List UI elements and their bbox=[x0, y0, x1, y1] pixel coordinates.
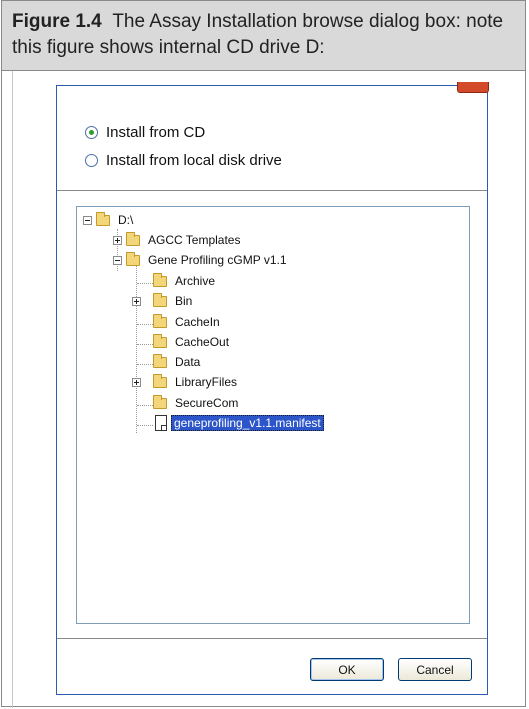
tree-item-cachein[interactable]: CacheIn bbox=[153, 313, 220, 331]
tree-item-cacheout[interactable]: CacheOut bbox=[153, 333, 229, 351]
separator-top bbox=[57, 190, 487, 191]
tree-line bbox=[137, 324, 153, 325]
figure-frame: Figure 1.4 The Assay Installation browse… bbox=[1, 0, 526, 708]
collapse-icon[interactable] bbox=[113, 255, 122, 265]
tree-item-label: geneprofiling_v1.1.manifest bbox=[171, 415, 324, 431]
install-from-cd-radio[interactable] bbox=[85, 125, 98, 139]
left-rule bbox=[12, 71, 13, 708]
folder-icon bbox=[96, 211, 110, 226]
tree-item-libraryfiles[interactable]: LibraryFiles bbox=[132, 373, 237, 391]
folder-icon bbox=[153, 373, 167, 388]
assay-installation-dialog: Install from CD Install from local disk … bbox=[56, 82, 489, 695]
tree-item-label: CacheIn bbox=[175, 315, 220, 329]
tree-root[interactable]: D:\ bbox=[83, 211, 133, 229]
folder-icon bbox=[153, 292, 167, 307]
tree-item-label: SecureCom bbox=[175, 396, 239, 410]
tree-line bbox=[137, 283, 153, 284]
tree-line bbox=[137, 405, 153, 406]
figure-label: Figure 1.4 bbox=[12, 11, 102, 32]
tree-line bbox=[137, 425, 153, 426]
tree-item-label: Gene Profiling cGMP v1.1 bbox=[148, 253, 287, 267]
expand-icon[interactable] bbox=[132, 296, 141, 306]
tree-item-agcc-templates[interactable]: AGCC Templates bbox=[113, 231, 240, 249]
folder-icon bbox=[153, 333, 167, 348]
tree-root-label: D:\ bbox=[118, 213, 134, 227]
ok-button[interactable]: OK bbox=[310, 658, 384, 681]
folder-icon bbox=[126, 231, 140, 246]
install-from-local-radio[interactable] bbox=[85, 153, 98, 167]
folder-icon bbox=[153, 272, 167, 287]
tree-item-manifest[interactable]: geneprofiling_v1.1.manifest bbox=[155, 413, 324, 433]
close-button[interactable] bbox=[457, 82, 489, 93]
tree-item-gene-profiling[interactable]: Gene Profiling cGMP v1.1 bbox=[113, 251, 287, 269]
install-from-local-option[interactable]: Install from local disk drive bbox=[85, 151, 282, 169]
expand-icon[interactable] bbox=[132, 377, 141, 387]
file-icon bbox=[155, 415, 167, 431]
tree-item-label: CacheOut bbox=[175, 335, 230, 349]
folder-icon bbox=[153, 353, 167, 368]
tree-item-data[interactable]: Data bbox=[153, 353, 200, 371]
tree-line bbox=[136, 265, 137, 433]
tree-item-label: Data bbox=[175, 355, 201, 369]
folder-tree[interactable]: D:\ AGCC Templates Gene Profiling cGMP v… bbox=[76, 206, 470, 624]
tree-item-label: LibraryFiles bbox=[175, 375, 238, 389]
tree-line bbox=[137, 364, 153, 365]
figure-caption: Figure 1.4 The Assay Installation browse… bbox=[2, 1, 525, 71]
expand-icon[interactable] bbox=[113, 235, 122, 245]
collapse-icon[interactable] bbox=[83, 215, 92, 225]
tree-item-bin[interactable]: Bin bbox=[132, 292, 192, 310]
tree-item-archive[interactable]: Archive bbox=[153, 272, 215, 290]
tree-item-label: Bin bbox=[175, 294, 193, 308]
folder-icon bbox=[126, 251, 140, 266]
separator-bottom bbox=[57, 638, 487, 639]
folder-icon bbox=[153, 313, 167, 328]
folder-icon bbox=[153, 394, 167, 409]
cancel-button[interactable]: Cancel bbox=[398, 658, 472, 681]
tree-item-label: Archive bbox=[175, 274, 216, 288]
install-from-cd-label: Install from CD bbox=[106, 123, 206, 141]
install-from-cd-option[interactable]: Install from CD bbox=[85, 123, 205, 141]
install-from-local-label: Install from local disk drive bbox=[106, 151, 282, 169]
tree-line bbox=[137, 344, 153, 345]
tree-item-label: AGCC Templates bbox=[148, 233, 241, 247]
tree-item-securecom[interactable]: SecureCom bbox=[153, 394, 238, 412]
